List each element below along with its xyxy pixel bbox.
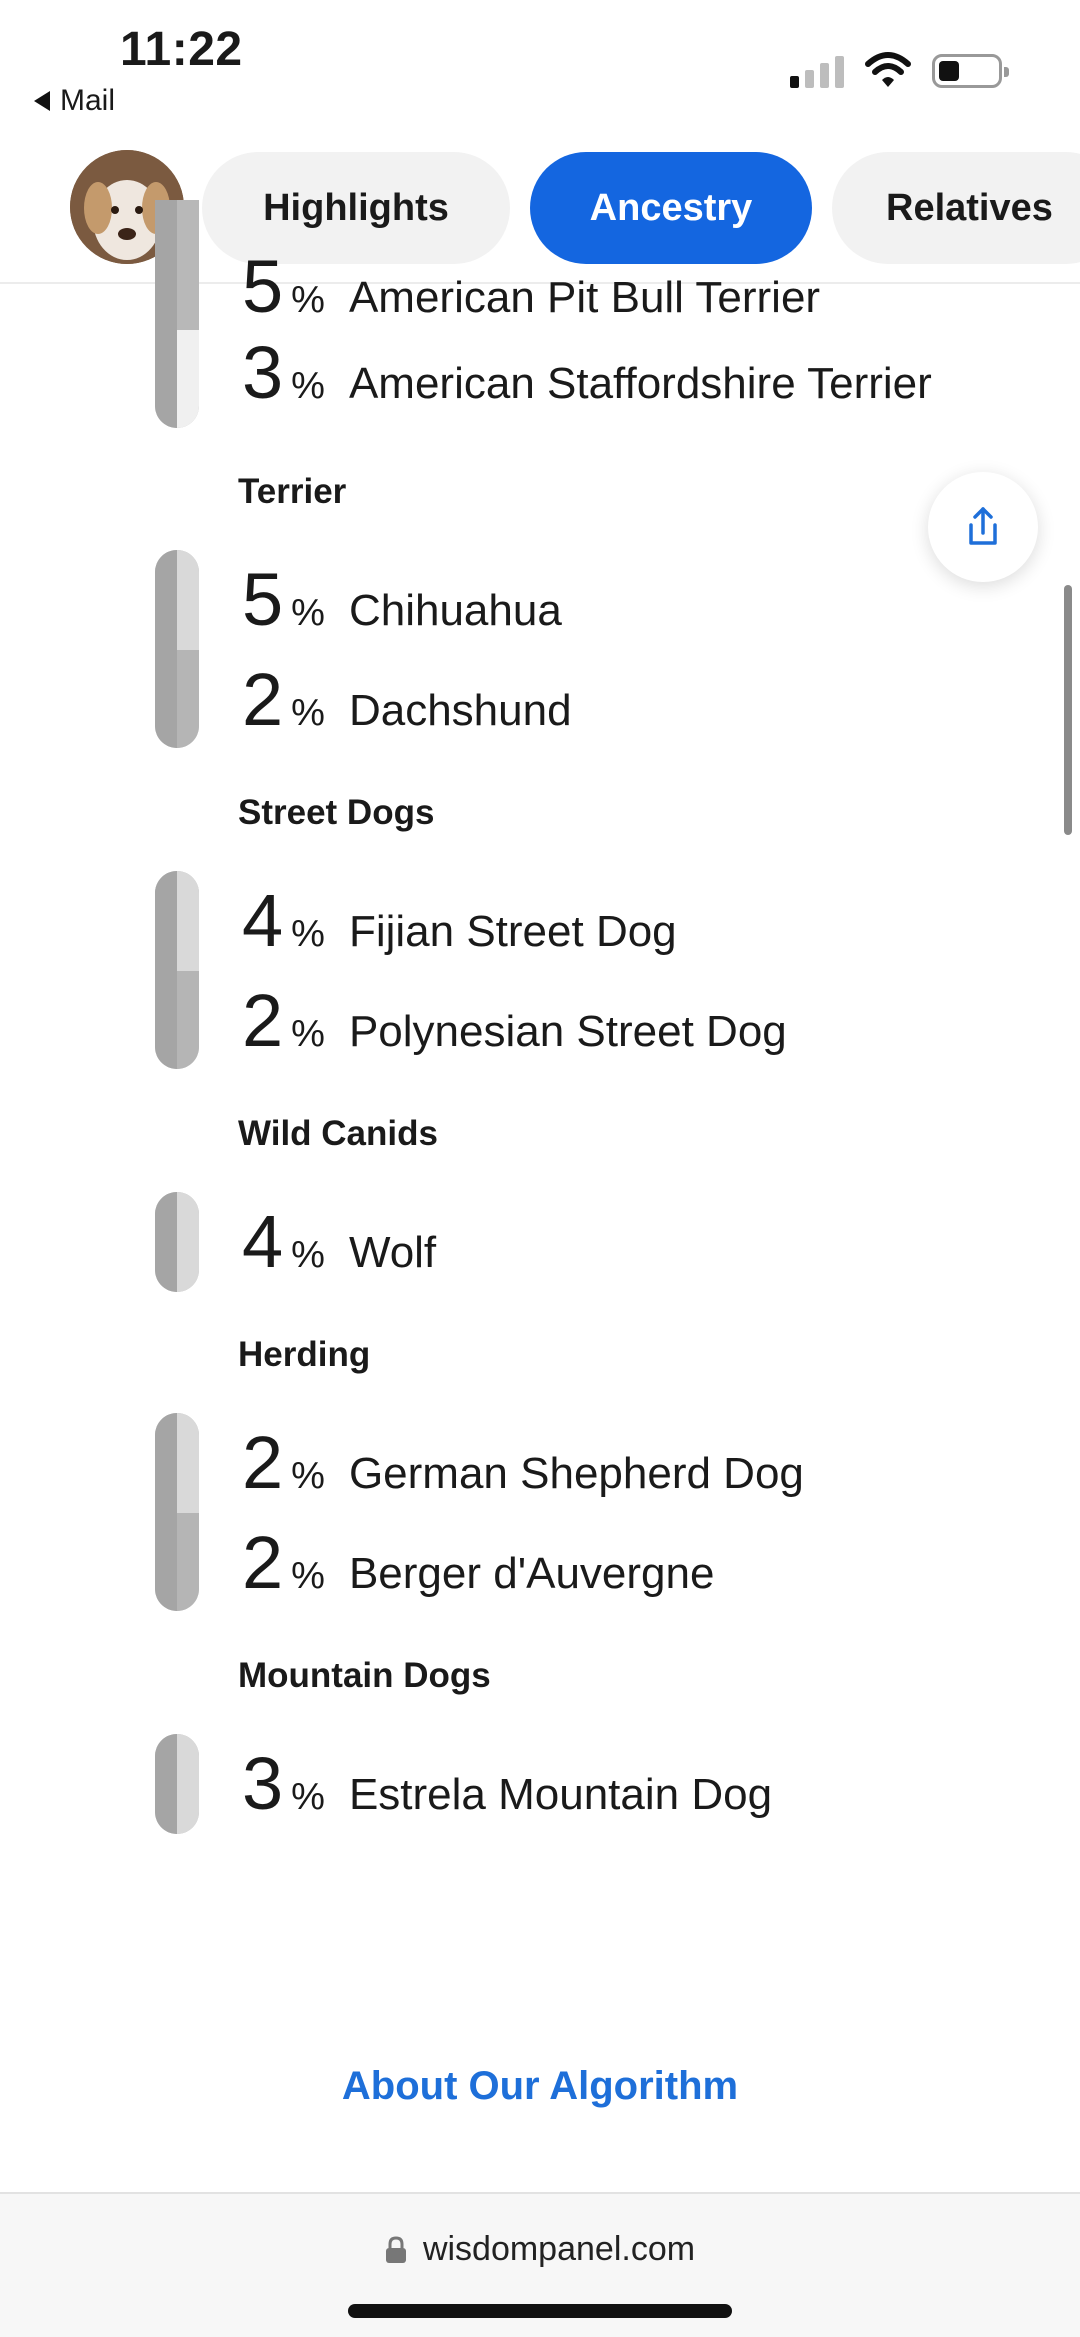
breed-name: American Staffordshire Terrier (348, 359, 932, 408)
breed-group-bar (155, 550, 199, 748)
breed-row: 2 % Dachshund (242, 663, 572, 737)
about-algorithm-link[interactable]: About Our Algorithm (0, 2064, 1080, 2109)
cellular-signal-icon (790, 54, 844, 88)
breed-row: 4 % Wolf (242, 1205, 436, 1279)
tab-relatives[interactable]: Relatives (832, 152, 1080, 264)
group-label-herding: Herding (238, 1335, 371, 1374)
percent-symbol: % (291, 592, 325, 634)
share-button[interactable] (928, 472, 1038, 582)
group-label-terrier: Terrier (238, 472, 347, 511)
breed-name: Chihuahua (348, 586, 562, 635)
group-label-wild-canids: Wild Canids (238, 1114, 438, 1153)
percent-symbol: % (291, 1555, 325, 1597)
breed-group-bar (155, 200, 199, 428)
tab-ancestry[interactable]: Ancestry (530, 152, 812, 264)
breed-group-bar (155, 1413, 199, 1611)
percent-symbol: % (291, 1455, 325, 1497)
breed-row: 5 % American Pit Bull Terrier (242, 250, 820, 324)
home-indicator[interactable] (348, 2304, 732, 2318)
percent-symbol: % (291, 692, 325, 734)
breed-percent: 5 (242, 245, 284, 328)
breed-row: 5 % Chihuahua (242, 563, 562, 637)
breed-group-bar (155, 871, 199, 1069)
battery-icon (932, 54, 1009, 88)
breed-percent: 3 (242, 1742, 284, 1825)
breed-name: Wolf (348, 1228, 437, 1277)
breed-row: 4 % Fijian Street Dog (242, 884, 677, 958)
breed-percent: 2 (242, 1521, 284, 1604)
breed-percent: 4 (242, 879, 284, 962)
url-text: wisdompanel.com (422, 2230, 696, 2268)
share-icon (969, 507, 997, 545)
percent-symbol: % (291, 1234, 325, 1276)
percent-symbol: % (291, 279, 325, 321)
breed-percent: 4 (242, 1200, 284, 1283)
url-bar[interactable]: wisdompanel.com (0, 2230, 1080, 2269)
percent-symbol: % (291, 913, 325, 955)
breed-percent: 5 (242, 558, 284, 641)
breed-name: Dachshund (348, 686, 572, 735)
breed-row: 3 % Estrela Mountain Dog (242, 1747, 772, 1821)
breed-group-bar (155, 1734, 199, 1834)
wifi-icon (865, 52, 911, 87)
breed-name: Estrela Mountain Dog (348, 1770, 773, 1819)
breed-percent: 2 (242, 979, 284, 1062)
back-triangle-icon (34, 91, 50, 111)
percent-symbol: % (291, 1013, 325, 1055)
back-to-mail-button[interactable]: Mail (34, 84, 115, 118)
breed-name: Polynesian Street Dog (348, 1007, 787, 1056)
breed-percent: 2 (242, 1421, 284, 1504)
breed-row: 2 % German Shepherd Dog (242, 1426, 804, 1500)
lock-icon (385, 2235, 406, 2263)
back-label: Mail (60, 84, 116, 117)
breed-name: Berger d'Auvergne (348, 1549, 715, 1598)
status-time: 11:22 (120, 23, 243, 76)
breed-row: 3 % American Staffordshire Terrier (242, 336, 932, 410)
breed-percent: 2 (242, 658, 284, 741)
group-label-mountain-dogs: Mountain Dogs (238, 1656, 491, 1695)
breed-group-bar (155, 1192, 199, 1292)
breed-percent: 3 (242, 331, 284, 414)
breed-name: Fijian Street Dog (348, 907, 677, 956)
group-label-street-dogs: Street Dogs (238, 793, 435, 832)
breed-name: American Pit Bull Terrier (348, 273, 821, 322)
breed-row: 2 % Berger d'Auvergne (242, 1526, 714, 1600)
breed-row: 2 % Polynesian Street Dog (242, 984, 787, 1058)
browser-bottom-bar: wisdompanel.com (0, 2192, 1080, 2337)
percent-symbol: % (291, 365, 325, 407)
breed-name: German Shepherd Dog (348, 1449, 804, 1498)
percent-symbol: % (291, 1776, 325, 1818)
scrollbar[interactable] (1064, 585, 1072, 835)
